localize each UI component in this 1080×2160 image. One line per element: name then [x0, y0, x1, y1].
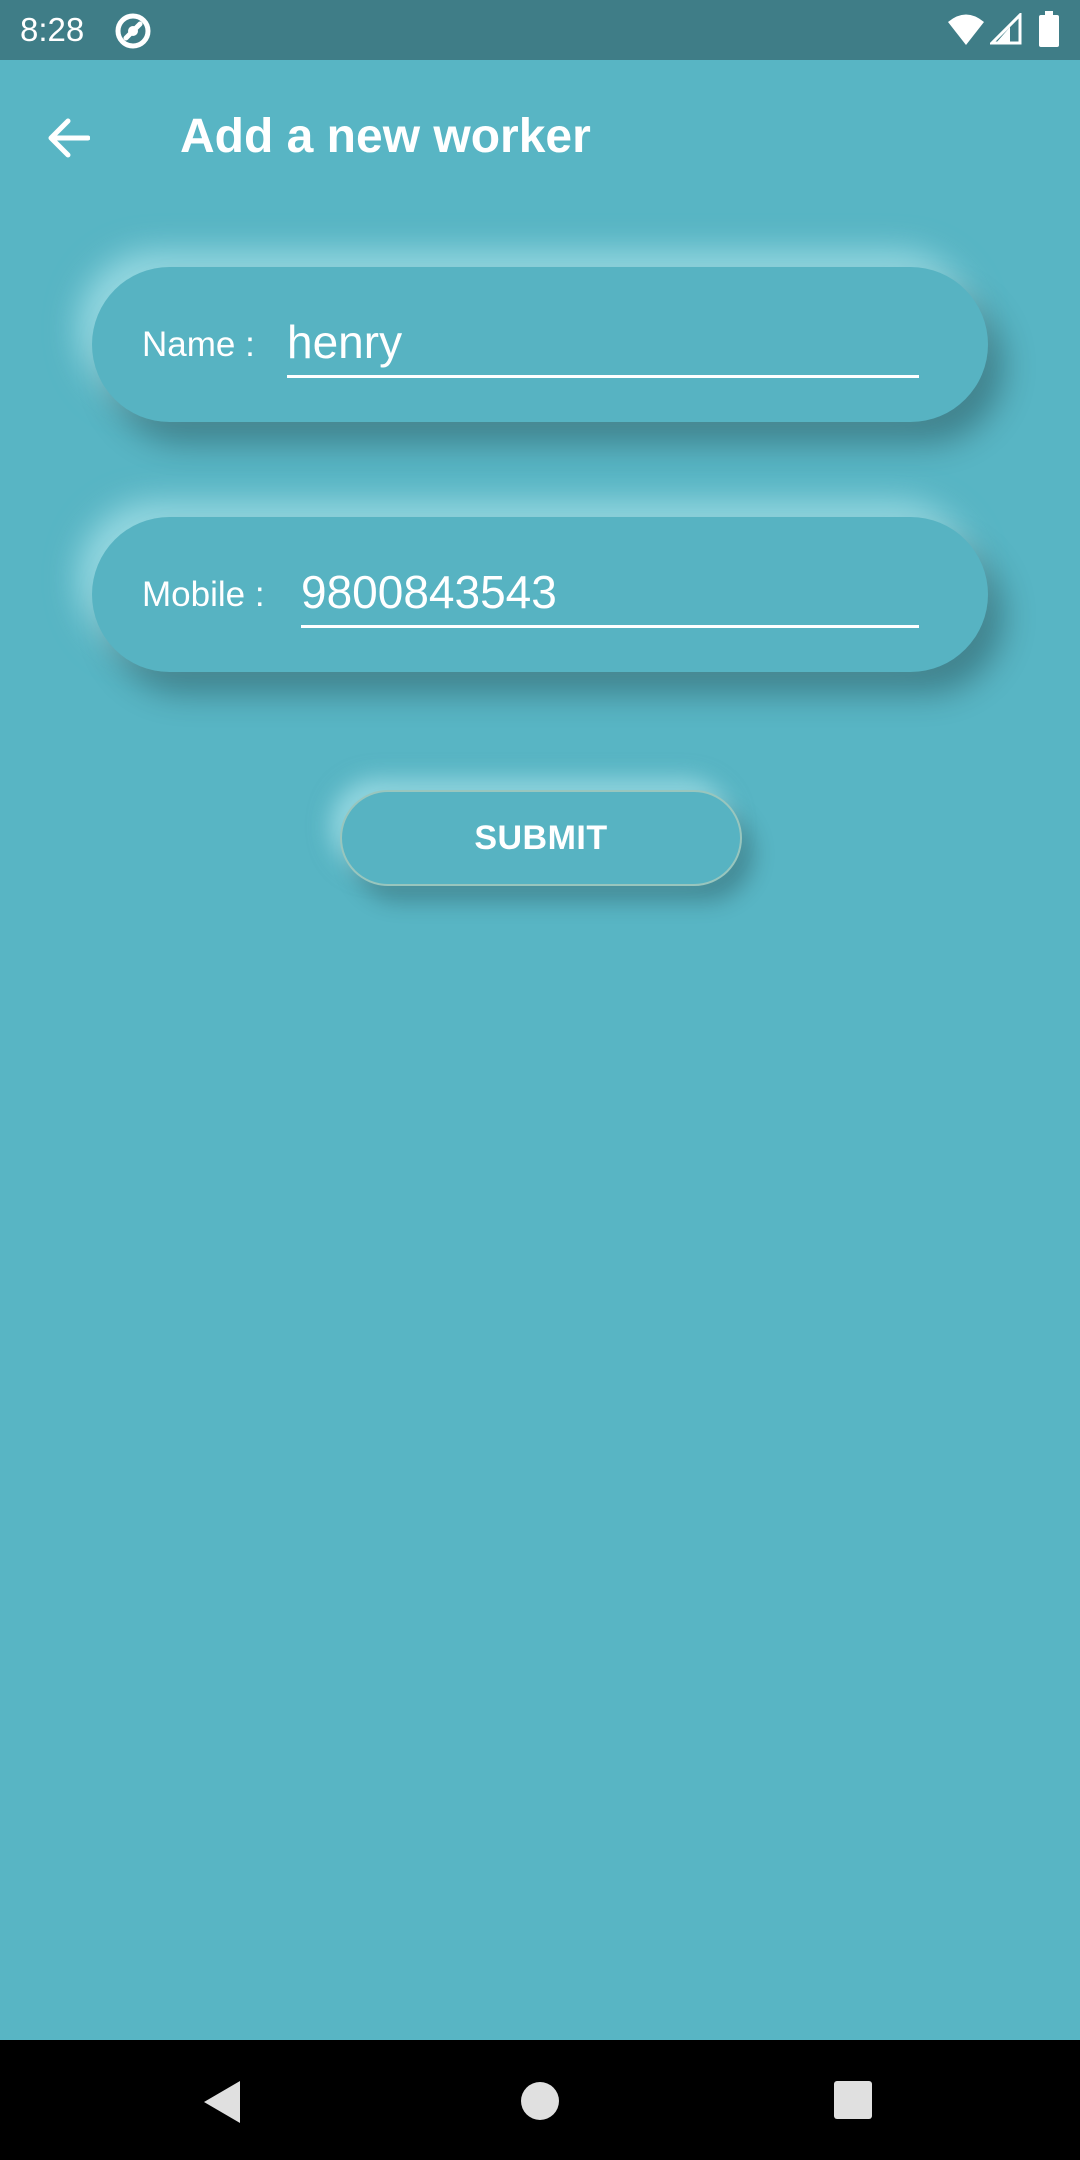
nav-recents-icon[interactable]	[832, 2079, 874, 2121]
back-button[interactable]	[30, 100, 106, 176]
name-field-card: Name :	[92, 267, 988, 422]
arrow-back-icon	[48, 118, 90, 158]
mobile-label: Mobile :	[142, 575, 265, 614]
name-input[interactable]	[287, 309, 919, 378]
mobile-field-card: Mobile :	[92, 517, 988, 672]
status-bar: 8:28	[0, 0, 1080, 60]
app-notification-icon	[115, 13, 151, 49]
submit-button[interactable]: SUBMIT	[340, 790, 742, 886]
name-label: Name :	[142, 325, 255, 364]
page-title: Add a new worker	[180, 110, 591, 163]
battery-icon	[1039, 11, 1059, 47]
navigation-bar	[0, 2040, 1080, 2160]
mobile-input[interactable]	[301, 559, 919, 628]
wifi-icon	[948, 14, 984, 45]
status-time: 8:28	[20, 11, 85, 48]
signal-icon	[990, 13, 1022, 45]
nav-back-icon[interactable]	[200, 2077, 250, 2127]
nav-home-icon[interactable]	[516, 2077, 564, 2125]
app-bar: Add a new worker	[0, 60, 1080, 200]
